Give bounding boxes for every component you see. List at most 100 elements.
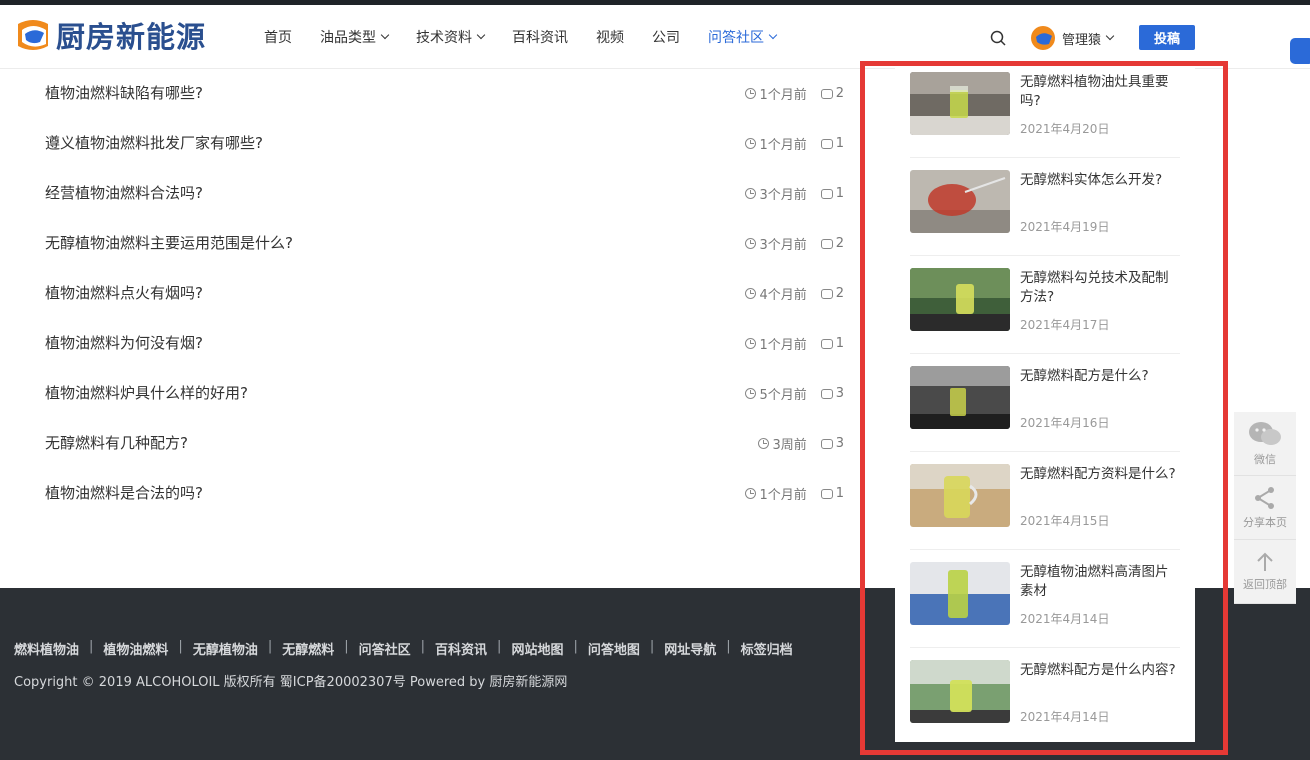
list-item[interactable]: 遵义植物油燃料批发厂家有哪些? 1个月前 1 [0, 118, 860, 168]
article-title[interactable]: 无醇燃料配方是什么内容? [1020, 661, 1180, 680]
list-item[interactable]: 植物油燃料为何没有烟? 1个月前 1 [0, 318, 860, 368]
nav-label: 公司 [652, 30, 680, 46]
question-title[interactable]: 无醇燃料有几种配方? [45, 432, 188, 453]
question-meta: 1个月前 1 [745, 334, 844, 353]
list-item[interactable]: 植物油燃料炉具什么样的好用? 5个月前 3 [0, 368, 860, 418]
comment-count: 1 [835, 486, 844, 501]
list-item[interactable]: 无醇植物油燃料主要运用范围是什么? 3个月前 2 [0, 218, 860, 268]
article-title[interactable]: 无醇燃料配方是什么? [1020, 367, 1180, 386]
footer-link[interactable]: 标签归档 [741, 639, 793, 658]
article-thumbnail[interactable] [910, 170, 1010, 233]
wechat-button[interactable]: 微信 [1234, 412, 1296, 476]
article-thumbnail[interactable] [910, 464, 1010, 527]
corner-widget-icon[interactable] [1290, 38, 1310, 64]
question-title[interactable]: 植物油燃料缺陷有哪些? [45, 82, 203, 103]
comment-icon [820, 338, 833, 349]
list-item[interactable]: 植物油燃料是合法的吗? 1个月前 1 [0, 468, 860, 518]
footer-link[interactable]: 问答社区 [359, 639, 411, 658]
tool-label: 微信 [1254, 452, 1276, 466]
nav-label: 视频 [596, 30, 624, 46]
nav-item-oil-types[interactable]: 油品类型 [320, 27, 390, 47]
question-meta: 5个月前 3 [745, 384, 844, 403]
article-title[interactable]: 无醇植物油燃料高清图片素材 [1020, 563, 1180, 601]
list-item[interactable]: 无醇燃料配方是什么? 2021年4月16日 [910, 354, 1180, 452]
list-item[interactable]: 无醇燃料配方资料是什么? 2021年4月15日 [910, 452, 1180, 550]
copyright-text: Copyright © 2019 ALCOHOLOIL 版权所有 蜀ICP备20… [14, 675, 568, 690]
footer-links: 燃料植物油 | 植物油燃料 | 无醇植物油 | 无醇燃料 | 问答社区 | 百科资讯 | 网… [14, 639, 793, 658]
list-item[interactable]: 经营植物油燃料合法吗? 3个月前 1 [0, 168, 860, 218]
question-title[interactable]: 植物油燃料点火有烟吗? [45, 282, 203, 303]
question-time: 3个月前 [759, 238, 807, 253]
nav-item-video[interactable]: 视频 [596, 27, 624, 47]
article-thumbnail[interactable] [910, 268, 1010, 331]
user-menu[interactable]: 管理猿 [1030, 25, 1115, 51]
question-meta: 1个月前 2 [745, 84, 844, 103]
nav-label: 油品类型 [320, 30, 376, 46]
list-item[interactable]: 无醇植物油燃料高清图片素材 2021年4月14日 [910, 550, 1180, 648]
logo-text: 厨房新能源 [56, 20, 207, 54]
list-item[interactable]: 无醇燃料配方是什么内容? 2021年4月14日 [910, 648, 1180, 746]
article-title[interactable]: 无醇燃料植物油灶具重要吗? [1020, 73, 1180, 111]
list-item[interactable]: 无醇燃料植物油灶具重要吗? 2021年4月20日 [910, 60, 1180, 158]
list-item[interactable]: 植物油燃料点火有烟吗? 4个月前 2 [0, 268, 860, 318]
site-logo[interactable]: 厨房新能源 [16, 17, 207, 54]
footer-link[interactable]: 网址导航 [664, 639, 716, 658]
list-item[interactable]: 无醇燃料有几种配方? 3周前 3 [0, 418, 860, 468]
chevron-down-icon [476, 30, 486, 40]
question-title[interactable]: 植物油燃料为何没有烟? [45, 332, 203, 353]
chevron-down-icon [1105, 31, 1115, 41]
footer-separator: | [344, 639, 349, 654]
question-meta: 3个月前 2 [745, 234, 844, 253]
clock-icon [745, 338, 757, 349]
clock-icon [745, 88, 757, 99]
arrow-up-icon [1257, 552, 1273, 571]
comment-icon [820, 388, 833, 399]
article-thumbnail[interactable] [910, 72, 1010, 135]
footer-link[interactable]: 网站地图 [511, 639, 563, 658]
nav-item-qa-community[interactable]: 问答社区 [708, 27, 778, 47]
comment-icon [820, 438, 833, 449]
list-item[interactable]: 无醇燃料勾兑技术及配制方法? 2021年4月17日 [910, 256, 1180, 354]
question-title[interactable]: 植物油燃料是合法的吗? [45, 482, 203, 503]
article-title[interactable]: 无醇燃料配方资料是什么? [1020, 465, 1180, 484]
logo-mark-icon [18, 20, 48, 50]
comment-count: 2 [835, 86, 844, 101]
footer-link[interactable]: 燃料植物油 [14, 639, 79, 658]
nav-label: 首页 [264, 30, 292, 46]
article-date: 2021年4月15日 [1020, 514, 1110, 528]
question-title[interactable]: 无醇植物油燃料主要运用范围是什么? [45, 232, 293, 253]
share-button[interactable]: 分享本页 [1234, 476, 1296, 540]
nav-item-home[interactable]: 首页 [264, 27, 292, 47]
question-title[interactable]: 植物油燃料炉具什么样的好用? [45, 382, 248, 403]
list-item[interactable]: 无醇燃料实体怎么开发? 2021年4月19日 [910, 158, 1180, 256]
clock-icon [745, 238, 757, 249]
article-thumbnail[interactable] [910, 366, 1010, 429]
footer-separator: | [178, 639, 183, 654]
nav-item-company[interactable]: 公司 [652, 27, 680, 47]
submit-article-button[interactable]: 投稿 [1139, 25, 1195, 50]
article-title[interactable]: 无醇燃料勾兑技术及配制方法? [1020, 269, 1180, 307]
footer-separator: | [726, 639, 731, 654]
comment-icon [820, 138, 833, 149]
nav-item-tech-docs[interactable]: 技术资料 [416, 27, 486, 47]
comment-count: 1 [835, 336, 844, 351]
article-thumbnail[interactable] [910, 660, 1010, 723]
list-item[interactable]: 植物油燃料缺陷有哪些? 1个月前 2 [0, 68, 860, 118]
article-title[interactable]: 无醇燃料实体怎么开发? [1020, 171, 1180, 190]
footer-link[interactable]: 问答地图 [588, 639, 640, 658]
article-thumbnail[interactable] [910, 562, 1010, 625]
footer-link[interactable]: 植物油燃料 [103, 639, 168, 658]
footer-separator: | [573, 639, 578, 654]
back-to-top-button[interactable]: 返回顶部 [1234, 540, 1296, 604]
article-date: 2021年4月20日 [1020, 122, 1110, 136]
nav-item-encyclopedia[interactable]: 百科资讯 [512, 27, 568, 47]
question-time: 1个月前 [759, 138, 807, 153]
footer-link[interactable]: 无醇燃料 [282, 639, 334, 658]
comment-count: 2 [835, 236, 844, 251]
footer-link[interactable]: 无醇植物油 [193, 639, 258, 658]
footer-link[interactable]: 百科资讯 [435, 639, 487, 658]
wechat-icon [1249, 421, 1281, 445]
question-title[interactable]: 经营植物油燃料合法吗? [45, 182, 203, 203]
question-title[interactable]: 遵义植物油燃料批发厂家有哪些? [45, 132, 263, 153]
search-icon[interactable] [990, 30, 1006, 46]
